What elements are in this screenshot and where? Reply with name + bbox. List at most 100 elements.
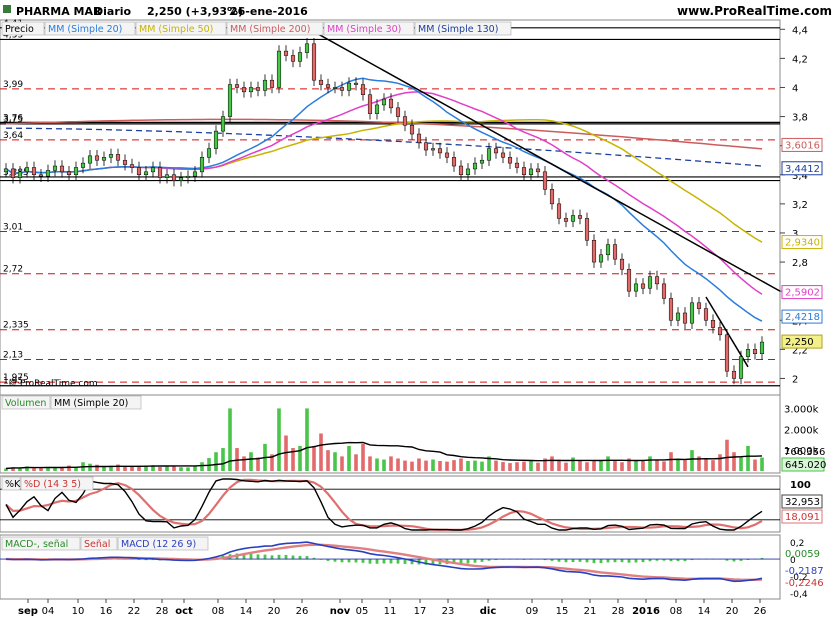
candle xyxy=(59,165,65,173)
volume-bar xyxy=(704,458,708,471)
candle xyxy=(136,167,142,176)
price-panel xyxy=(0,19,781,396)
volume-bar xyxy=(711,460,715,471)
candle xyxy=(591,239,597,263)
volume-value: 645.020 xyxy=(785,460,826,471)
candle xyxy=(577,215,583,219)
x-axis-label: 22 xyxy=(128,606,141,617)
volume-bar xyxy=(221,448,225,471)
price-legend-item: MM (Simple 20) xyxy=(48,24,122,35)
volume-bar xyxy=(480,461,484,471)
candle xyxy=(143,171,149,176)
candle xyxy=(31,167,37,176)
volume-bar xyxy=(361,443,365,471)
volume-bar xyxy=(753,459,757,471)
volume-bar xyxy=(32,468,36,471)
candle xyxy=(416,133,422,144)
price-legend-item: MM (Simple 30) xyxy=(327,24,401,35)
price-tick-label: 4,2 xyxy=(792,54,808,65)
candle xyxy=(500,152,506,158)
candle xyxy=(367,94,373,114)
x-axis-label: 20 xyxy=(726,606,739,617)
candle xyxy=(332,87,338,89)
volume-bar xyxy=(648,456,652,471)
candle xyxy=(710,320,716,328)
volume-bar xyxy=(725,439,729,471)
volume-bar xyxy=(200,462,204,471)
candle xyxy=(234,84,240,88)
volume-bar xyxy=(739,456,743,471)
volume-bar xyxy=(599,460,603,471)
volume-bar xyxy=(95,464,99,471)
watermark: © ProRealTime.com xyxy=(8,379,98,389)
volume-bar xyxy=(760,457,764,471)
candle xyxy=(269,79,275,88)
price-legend-item: MM (Simple 200) xyxy=(230,24,310,35)
volume-bar xyxy=(613,460,617,471)
volume-bar xyxy=(522,461,526,471)
volume-bar xyxy=(662,461,666,471)
volume-bar xyxy=(732,452,736,471)
candle xyxy=(290,55,296,62)
candle xyxy=(87,155,93,164)
volume-bar xyxy=(445,461,449,471)
macd-legend-item: MACD (12 26 9) xyxy=(121,539,196,550)
symbol-name: PHARMA MAR xyxy=(16,5,102,18)
volume-bar xyxy=(165,466,169,471)
level-label: 3,01 xyxy=(3,223,23,233)
level-label: 2,335 xyxy=(3,321,29,331)
candle xyxy=(423,142,429,151)
volume-tick-label: 2.000k xyxy=(784,425,819,436)
macd-histogram-bar xyxy=(620,559,624,563)
x-axis-label: 17 xyxy=(414,606,427,617)
candle xyxy=(661,283,667,299)
candle xyxy=(276,50,282,88)
candle xyxy=(122,159,128,165)
price-change: 2,250 (+3,93%) xyxy=(147,5,243,18)
candle xyxy=(108,154,114,158)
volume-bar xyxy=(130,466,134,471)
volume-bar xyxy=(277,408,281,471)
x-axis-label: 14 xyxy=(240,606,253,617)
volume-bar xyxy=(571,457,575,471)
candle xyxy=(584,218,590,241)
candle xyxy=(514,162,520,168)
candle xyxy=(745,349,751,357)
candle xyxy=(479,159,485,164)
macd-histogram-bar xyxy=(585,559,589,563)
x-axis-label: 08 xyxy=(212,606,225,617)
price-tick-label: 4 xyxy=(792,83,798,94)
x-axis-label: 04 xyxy=(42,606,55,617)
macd-histogram-bar xyxy=(557,559,561,562)
volume-bar xyxy=(249,452,253,471)
volume-mm-value: 766.356 xyxy=(784,447,825,458)
candle xyxy=(339,87,345,91)
candle xyxy=(353,82,359,85)
site-label: www.ProRealTime.com xyxy=(677,4,832,18)
macd-histogram-bar xyxy=(375,559,379,564)
volume-bar xyxy=(242,456,246,471)
macd-histogram-bar xyxy=(347,559,351,563)
x-axis-label: sep xyxy=(18,606,38,617)
volume-bar xyxy=(88,463,92,471)
macd-histogram-bar xyxy=(592,559,596,564)
price-legend-item: MM (Simple 50) xyxy=(139,24,213,35)
x-axis-label: 05 xyxy=(356,606,369,617)
interval-label: Diario xyxy=(94,5,132,18)
x-axis-label: 23 xyxy=(442,606,455,617)
volume-bar xyxy=(354,454,358,471)
x-axis-label: 20 xyxy=(268,606,281,617)
candle xyxy=(255,87,261,91)
price-tick-label: 3,2 xyxy=(792,200,808,211)
candle xyxy=(703,308,709,321)
candle xyxy=(556,203,562,219)
stoch-legend-item: %K xyxy=(5,479,21,490)
level-label: 2,13 xyxy=(3,351,23,361)
value-badge-label: 2,4218 xyxy=(785,312,820,323)
candle xyxy=(563,218,569,222)
macd-histogram-bar xyxy=(389,559,393,564)
volume-bar xyxy=(375,458,379,471)
volume-bar xyxy=(403,460,407,471)
volume-bar xyxy=(116,464,120,471)
macd-histogram-bar xyxy=(599,559,603,564)
